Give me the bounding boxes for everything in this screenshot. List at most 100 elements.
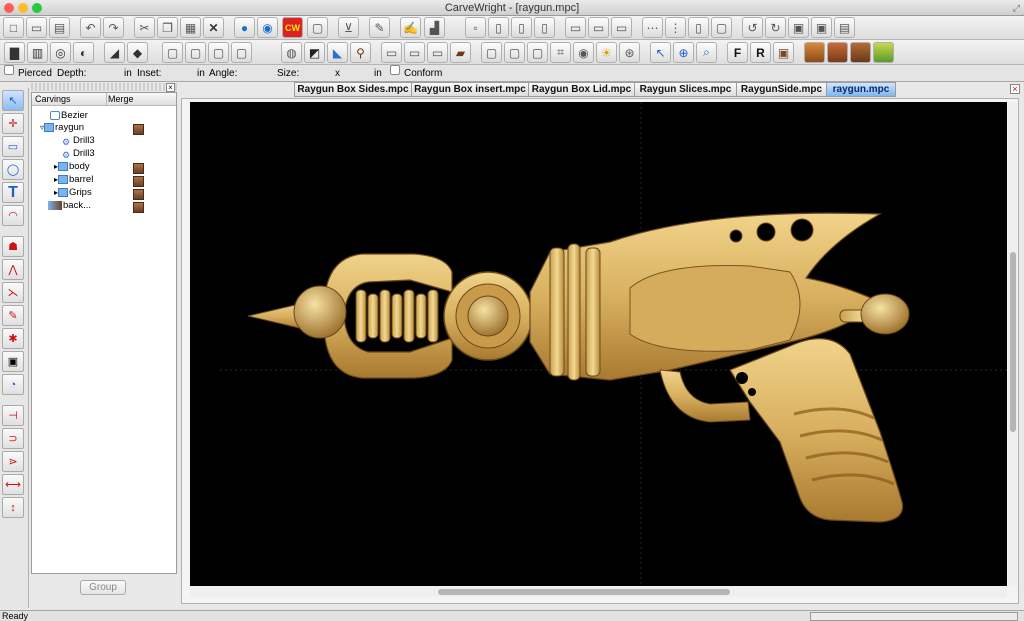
- tab-raygun-box-insert[interactable]: Raygun Box insert.mpc: [411, 82, 529, 97]
- tab-raygun[interactable]: raygun.mpc: [826, 82, 896, 97]
- tab-raygun-side[interactable]: RaygunSide.mpc: [736, 82, 827, 97]
- fill-icon[interactable]: ◆: [127, 42, 148, 63]
- pierced-checkbox[interactable]: [4, 65, 14, 75]
- mirror-icon[interactable]: ▢: [162, 42, 183, 63]
- offset-icon[interactable]: ▢: [231, 42, 252, 63]
- align-top-icon[interactable]: ▭: [565, 17, 586, 38]
- new-icon[interactable]: □: [3, 17, 24, 38]
- rectangle-draw-icon[interactable]: ▭: [2, 136, 24, 157]
- rotate-right-icon[interactable]: ↻: [765, 17, 786, 38]
- group-icon[interactable]: ▢: [711, 17, 732, 38]
- vertical-scroll-thumb[interactable]: [1010, 252, 1016, 432]
- distribute-v-icon[interactable]: ⋮: [665, 17, 686, 38]
- align-bottom-icon[interactable]: ▭: [611, 17, 632, 38]
- polygon-tool-icon[interactable]: ▭: [427, 42, 448, 63]
- board-icon[interactable]: ▢: [307, 17, 328, 38]
- carve-icon[interactable]: ●: [234, 17, 255, 38]
- pointer-icon[interactable]: ↖: [650, 42, 671, 63]
- copy-object-icon[interactable]: ▢: [481, 42, 502, 63]
- arc-tool-icon[interactable]: ◔: [2, 374, 24, 395]
- duplicate-icon[interactable]: ▢: [504, 42, 525, 63]
- rotate-left-icon[interactable]: ↺: [742, 17, 763, 38]
- tree-node-drill3[interactable]: ⚙ Drill3: [62, 135, 95, 147]
- cw-logo-icon[interactable]: CW: [282, 17, 303, 38]
- merge-icon[interactable]: [133, 189, 144, 200]
- copy-icon[interactable]: ❐: [157, 17, 178, 38]
- tab-raygun-slices[interactable]: Raygun Slices.mpc: [634, 82, 737, 97]
- view-icon[interactable]: [804, 42, 825, 63]
- group-button[interactable]: Group: [80, 580, 126, 595]
- layer-icon[interactable]: ◩: [304, 42, 325, 63]
- center-icon[interactable]: ⊻: [338, 17, 359, 38]
- zoom-icon[interactable]: ⊕: [673, 42, 694, 63]
- horizontal-line-icon[interactable]: ⟷: [2, 474, 24, 495]
- tab-raygun-box-sides[interactable]: Raygun Box Sides.mpc: [294, 82, 412, 97]
- curve-icon[interactable]: ◣: [327, 42, 348, 63]
- tree-node-grips[interactable]: ▸ Grips: [54, 187, 92, 199]
- properties-icon[interactable]: ▤: [834, 17, 855, 38]
- keyhole-icon[interactable]: ⚲: [350, 42, 371, 63]
- pattern-icon[interactable]: ▫: [465, 17, 486, 38]
- fullscreen-icon[interactable]: ⤢: [1013, 0, 1020, 16]
- bezier-tool-icon[interactable]: ⋋: [2, 282, 24, 303]
- measure-icon[interactable]: ⌗: [550, 42, 571, 63]
- sun-icon[interactable]: ☀: [596, 42, 617, 63]
- horizontal-scrollbar[interactable]: [190, 587, 1007, 597]
- conform-checkbox[interactable]: [390, 65, 400, 75]
- cut-path-icon[interactable]: ⊣: [2, 405, 24, 426]
- tile-icon[interactable]: [850, 42, 871, 63]
- figure-icon[interactable]: ◉: [573, 42, 594, 63]
- tree-node-raygun[interactable]: ▿ raygun: [40, 122, 84, 134]
- panel-close-icon[interactable]: ×: [166, 83, 175, 92]
- undo-icon[interactable]: ↶: [80, 17, 101, 38]
- tab-raygun-box-lid[interactable]: Raygun Box Lid.mpc: [528, 82, 635, 97]
- frame-tool-icon[interactable]: ▣: [2, 351, 24, 372]
- align-center-icon[interactable]: ▯: [511, 17, 532, 38]
- rotate-icon[interactable]: ▢: [185, 42, 206, 63]
- merge-icon[interactable]: [133, 176, 144, 187]
- ellipse-tool-icon[interactable]: ▭: [404, 42, 425, 63]
- rectangle-tool-icon[interactable]: ▭: [381, 42, 402, 63]
- cut-icon[interactable]: ✂: [134, 17, 155, 38]
- wood-grain-icon[interactable]: ▥: [27, 42, 48, 63]
- align-middle-icon[interactable]: ▭: [588, 17, 609, 38]
- zoom-window-button[interactable]: [32, 3, 42, 13]
- horizontal-scroll-thumb[interactable]: [438, 589, 730, 595]
- font-F-icon[interactable]: F: [727, 42, 748, 63]
- tree-node-back[interactable]: back...: [48, 200, 91, 212]
- globe-icon[interactable]: ⊛: [619, 42, 640, 63]
- pen-tool-icon[interactable]: ✎: [2, 305, 24, 326]
- front-icon[interactable]: ▣: [788, 17, 809, 38]
- tree-node-drill3[interactable]: ⚙ Drill3: [62, 148, 95, 160]
- paste-icon[interactable]: ▦: [180, 17, 201, 38]
- texture-icon[interactable]: ◎: [50, 42, 71, 63]
- distribute-h-icon[interactable]: ⋯: [642, 17, 663, 38]
- stamp-icon[interactable]: ✍: [400, 17, 421, 38]
- brown-board-icon[interactable]: ▰: [450, 42, 471, 63]
- search-icon[interactable]: ⌕: [696, 42, 717, 63]
- line-tool-icon[interactable]: ✛: [2, 113, 24, 134]
- carve-preview-icon[interactable]: ◉: [257, 17, 278, 38]
- round-icon[interactable]: ◍: [281, 42, 302, 63]
- pencil-icon[interactable]: ✎: [369, 17, 390, 38]
- font-R-icon[interactable]: R: [750, 42, 771, 63]
- text-tool-icon[interactable]: T: [2, 182, 24, 203]
- node-edit-icon[interactable]: ⋀: [2, 259, 24, 280]
- shade-icon[interactable]: ◐: [73, 42, 94, 63]
- flip-icon[interactable]: ▢: [208, 42, 229, 63]
- merge-icon[interactable]: [133, 202, 144, 213]
- back-icon[interactable]: ▣: [811, 17, 832, 38]
- align-right-icon[interactable]: ▯: [534, 17, 555, 38]
- split-path-icon[interactable]: ⋗: [2, 451, 24, 472]
- vertical-scrollbar[interactable]: [1008, 102, 1018, 586]
- object-icon[interactable]: ▢: [527, 42, 548, 63]
- board-color-icon[interactable]: ▇: [4, 42, 25, 63]
- align-left-icon[interactable]: ▯: [488, 17, 509, 38]
- join-path-icon[interactable]: ⊃: [2, 428, 24, 449]
- vertical-line-icon[interactable]: ↕: [2, 497, 24, 518]
- redo-icon[interactable]: ↷: [103, 17, 124, 38]
- panel-grip[interactable]: [31, 83, 177, 91]
- image-icon[interactable]: [873, 42, 894, 63]
- wood-icon[interactable]: ▣: [773, 42, 794, 63]
- figure-tool-icon[interactable]: ☗: [2, 236, 24, 257]
